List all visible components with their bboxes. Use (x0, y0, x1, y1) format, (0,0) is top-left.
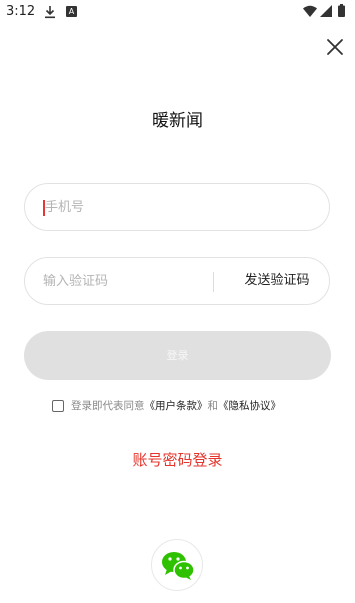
battery-icon (338, 4, 345, 17)
wechat-icon (162, 552, 195, 580)
field-divider (213, 272, 214, 292)
code-input[interactable] (43, 258, 203, 304)
wechat-login-button[interactable] (151, 539, 203, 591)
signal-icon (320, 5, 332, 17)
send-code-button[interactable]: 发送验证码 (225, 258, 329, 304)
agreement-checkbox[interactable] (52, 400, 64, 412)
agreement-and: 和 (207, 400, 219, 412)
phone-field[interactable] (24, 183, 330, 231)
notification-a-icon: A (66, 6, 77, 17)
password-login-link[interactable]: 账号密码登录 (0, 449, 355, 470)
phone-input[interactable] (45, 184, 205, 230)
app-title: 暖新闻 (152, 111, 203, 131)
agreement-text: 登录即代表同意《用户条款》和《隐私协议》 (71, 399, 281, 414)
privacy-link[interactable]: 《隐私协议》 (218, 400, 281, 412)
download-icon (45, 6, 55, 19)
wifi-icon (303, 5, 317, 17)
status-time: 3:12 (6, 4, 36, 19)
code-field[interactable]: 发送验证码 (24, 257, 330, 305)
user-terms-link[interactable]: 《用户条款》 (145, 400, 208, 412)
status-bar: 3:12 A (0, 0, 355, 24)
agreement-prefix: 登录即代表同意 (71, 400, 145, 412)
close-icon[interactable] (324, 36, 346, 58)
login-button[interactable]: 登录 (24, 331, 331, 380)
